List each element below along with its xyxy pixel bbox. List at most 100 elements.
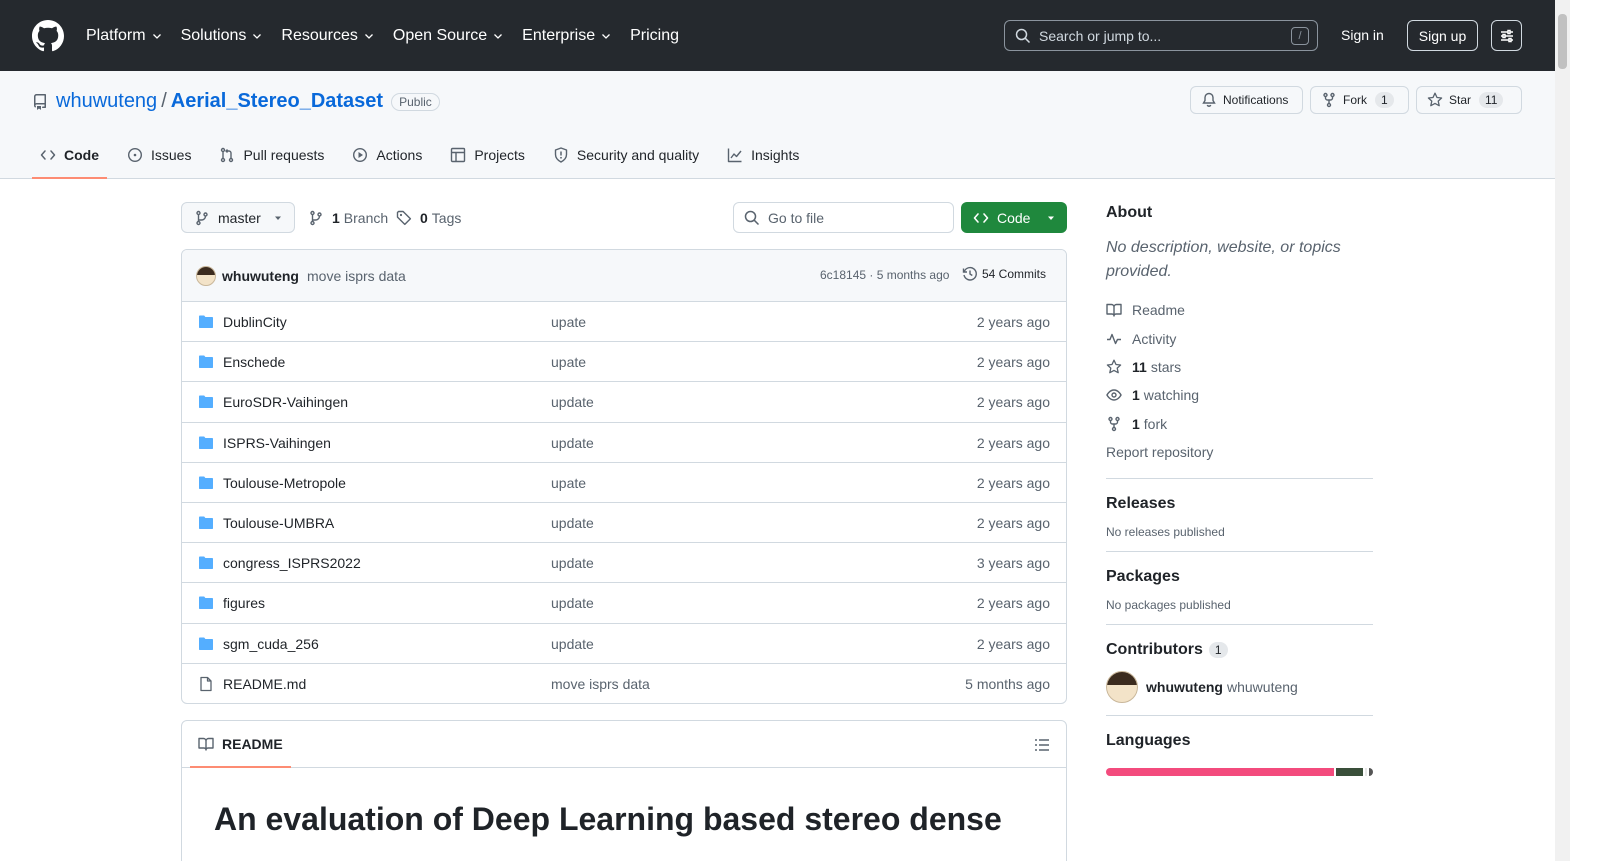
commit-sha-age[interactable]: 6c18145 · 5 months ago — [820, 268, 949, 282]
table-row[interactable]: Enschede upate 2 years ago — [182, 342, 1066, 383]
file-commit-message[interactable]: move isprs data — [551, 676, 650, 692]
file-commit-message[interactable]: update — [551, 394, 594, 410]
repo-tabs: Code Issues Pull requests Actions Projects Se… — [32, 137, 819, 179]
about-description: No description, website, or topics provi… — [1106, 239, 1341, 280]
commit-author[interactable]: whuwuteng — [222, 268, 299, 284]
sidebar-link-stars[interactable]: 11 stars — [1106, 353, 1373, 381]
file-name-link[interactable]: README.md — [223, 676, 306, 692]
tab-pull-requests[interactable]: Pull requests — [211, 137, 332, 173]
readme-heading: An evaluation of Deep Learning based ste… — [214, 801, 1002, 837]
file-name-link[interactable]: congress_ISPRS2022 — [223, 555, 361, 571]
nav-item-solutions[interactable]: Solutions — [181, 27, 264, 45]
tab-projects[interactable]: Projects — [442, 137, 533, 173]
tab-label: Issues — [151, 147, 192, 163]
pulse-icon — [1107, 333, 1121, 344]
file-commit-message[interactable]: update — [551, 636, 594, 652]
bell-icon — [1202, 92, 1216, 107]
file-name-link[interactable]: DublinCity — [223, 314, 287, 330]
nav-item-enterprise[interactable]: Enterprise — [522, 27, 612, 45]
fork-button[interactable]: Fork 1 — [1310, 86, 1409, 114]
table-row[interactable]: Toulouse-Metropole upate 2 years ago — [182, 463, 1066, 503]
language-bar-segment — [1336, 767, 1363, 776]
releases-title[interactable]: Releases — [1106, 495, 1373, 513]
contributors-title[interactable]: Contributors — [1106, 641, 1203, 659]
file-commit-age: 2 years ago — [976, 314, 1050, 330]
sidebar-link-label: fork — [1143, 415, 1168, 432]
chevron-down-icon — [253, 33, 262, 39]
nav-item-label: Enterprise — [522, 26, 596, 44]
nav-item-resources[interactable]: Resources — [281, 27, 374, 45]
commits-link[interactable]: 54 Commits — [962, 266, 1046, 282]
sidebar-link-activity[interactable]: Activity — [1106, 324, 1373, 352]
table-row[interactable]: DublinCity upate 2 years ago — [182, 302, 1066, 343]
tab-code[interactable]: Code — [32, 137, 107, 179]
code-download-button[interactable]: Code — [961, 202, 1067, 233]
file-name-link[interactable]: EuroSDR-Vaihingen — [223, 394, 348, 410]
file-name-link[interactable]: Toulouse-Metropole — [223, 475, 346, 491]
file-commit-message[interactable]: update — [551, 595, 594, 611]
repo-name-link[interactable]: Aerial_Stereo_Dataset — [171, 90, 383, 113]
tab-actions[interactable]: Actions — [344, 137, 430, 173]
readme-tab[interactable]: README — [190, 736, 291, 768]
sliders-icon — [1500, 29, 1513, 42]
scrollbar-thumb[interactable] — [1558, 14, 1567, 69]
commits-count: 54 Commits — [982, 267, 1047, 281]
file-name-link[interactable]: Enschede — [223, 354, 285, 370]
repo-owner-link[interactable]: whuwuteng — [56, 90, 157, 113]
folder-icon — [199, 516, 213, 529]
visibility-badge: Public — [391, 92, 440, 111]
nav-item-platform[interactable]: Platform — [86, 27, 163, 45]
sidebar-link-fork[interactable]: 1 fork — [1106, 410, 1373, 438]
sign-up-button[interactable]: Sign up — [1407, 20, 1478, 51]
file-name-link[interactable]: Toulouse-UMBRA — [223, 515, 334, 531]
tab-insights[interactable]: Insights — [719, 137, 807, 173]
file-commit-message[interactable]: upate — [551, 475, 586, 491]
branch-select-button[interactable]: master — [181, 202, 295, 233]
divider — [1106, 550, 1373, 552]
table-row[interactable]: EuroSDR-Vaihingen update 2 years ago — [182, 382, 1066, 423]
nav-item-pricing[interactable]: Pricing — [630, 27, 679, 45]
file-commit-message[interactable]: upate — [551, 354, 586, 370]
table-row[interactable]: README.md move isprs data 5 months ago — [182, 664, 1066, 703]
menu-button[interactable] — [1491, 20, 1522, 51]
packages-title[interactable]: Packages — [1106, 568, 1373, 586]
tab-issues[interactable]: Issues — [119, 137, 199, 173]
notifications-button[interactable]: Notifications — [1190, 86, 1303, 114]
graph-icon — [727, 148, 742, 163]
table-row[interactable]: figures update 2 years ago — [182, 583, 1066, 624]
book-icon — [1106, 303, 1122, 317]
branches-link[interactable]: 1 Branch — [308, 210, 388, 226]
file-commit-message[interactable]: update — [551, 555, 594, 571]
contributor-login[interactable]: whuwuteng — [1146, 679, 1223, 695]
page-scrollbar[interactable] — [1555, 0, 1570, 861]
sidebar-link-watching[interactable]: 1 watching — [1106, 381, 1373, 409]
star-button[interactable]: Star 11 — [1416, 86, 1522, 114]
commit-message[interactable]: move isprs data — [307, 268, 406, 284]
file-name-link[interactable]: figures — [223, 595, 265, 611]
chevron-down-icon — [494, 33, 503, 39]
file-name-link[interactable]: ISPRS-Vaihingen — [223, 435, 331, 451]
avatar[interactable] — [1106, 670, 1138, 703]
global-search[interactable]: Search or jump to... / — [1004, 20, 1318, 51]
contributor-item[interactable]: whuwuteng whuwuteng — [1106, 670, 1373, 703]
folder-icon — [199, 637, 213, 650]
tab-label: Actions — [376, 147, 423, 163]
report-repository-link[interactable]: Report repository — [1106, 438, 1373, 466]
nav-item-open-source[interactable]: Open Source — [393, 27, 504, 45]
sign-in-link[interactable]: Sign in — [1341, 27, 1384, 43]
sidebar-link-readme[interactable]: Readme — [1106, 296, 1373, 324]
table-row[interactable]: congress_ISPRS2022 update 3 years ago — [182, 543, 1066, 584]
avatar[interactable] — [196, 265, 216, 286]
file-commit-message[interactable]: update — [551, 515, 594, 531]
outline-list-icon[interactable] — [1034, 737, 1050, 753]
tab-security-and-quality[interactable]: Security and quality — [545, 137, 707, 173]
table-row[interactable]: sgm_cuda_256 update 2 years ago — [182, 624, 1066, 664]
go-to-file-input[interactable]: Go to file — [733, 202, 954, 233]
tags-link[interactable]: 0 Tags — [396, 210, 461, 226]
file-name-link[interactable]: sgm_cuda_256 — [223, 636, 319, 652]
table-row[interactable]: Toulouse-UMBRA update 2 years ago — [182, 503, 1066, 544]
file-commit-message[interactable]: upate — [551, 314, 586, 330]
github-logo-icon[interactable] — [32, 19, 64, 52]
table-row[interactable]: ISPRS-Vaihingen update 2 years ago — [182, 423, 1066, 463]
file-commit-message[interactable]: update — [551, 435, 594, 451]
